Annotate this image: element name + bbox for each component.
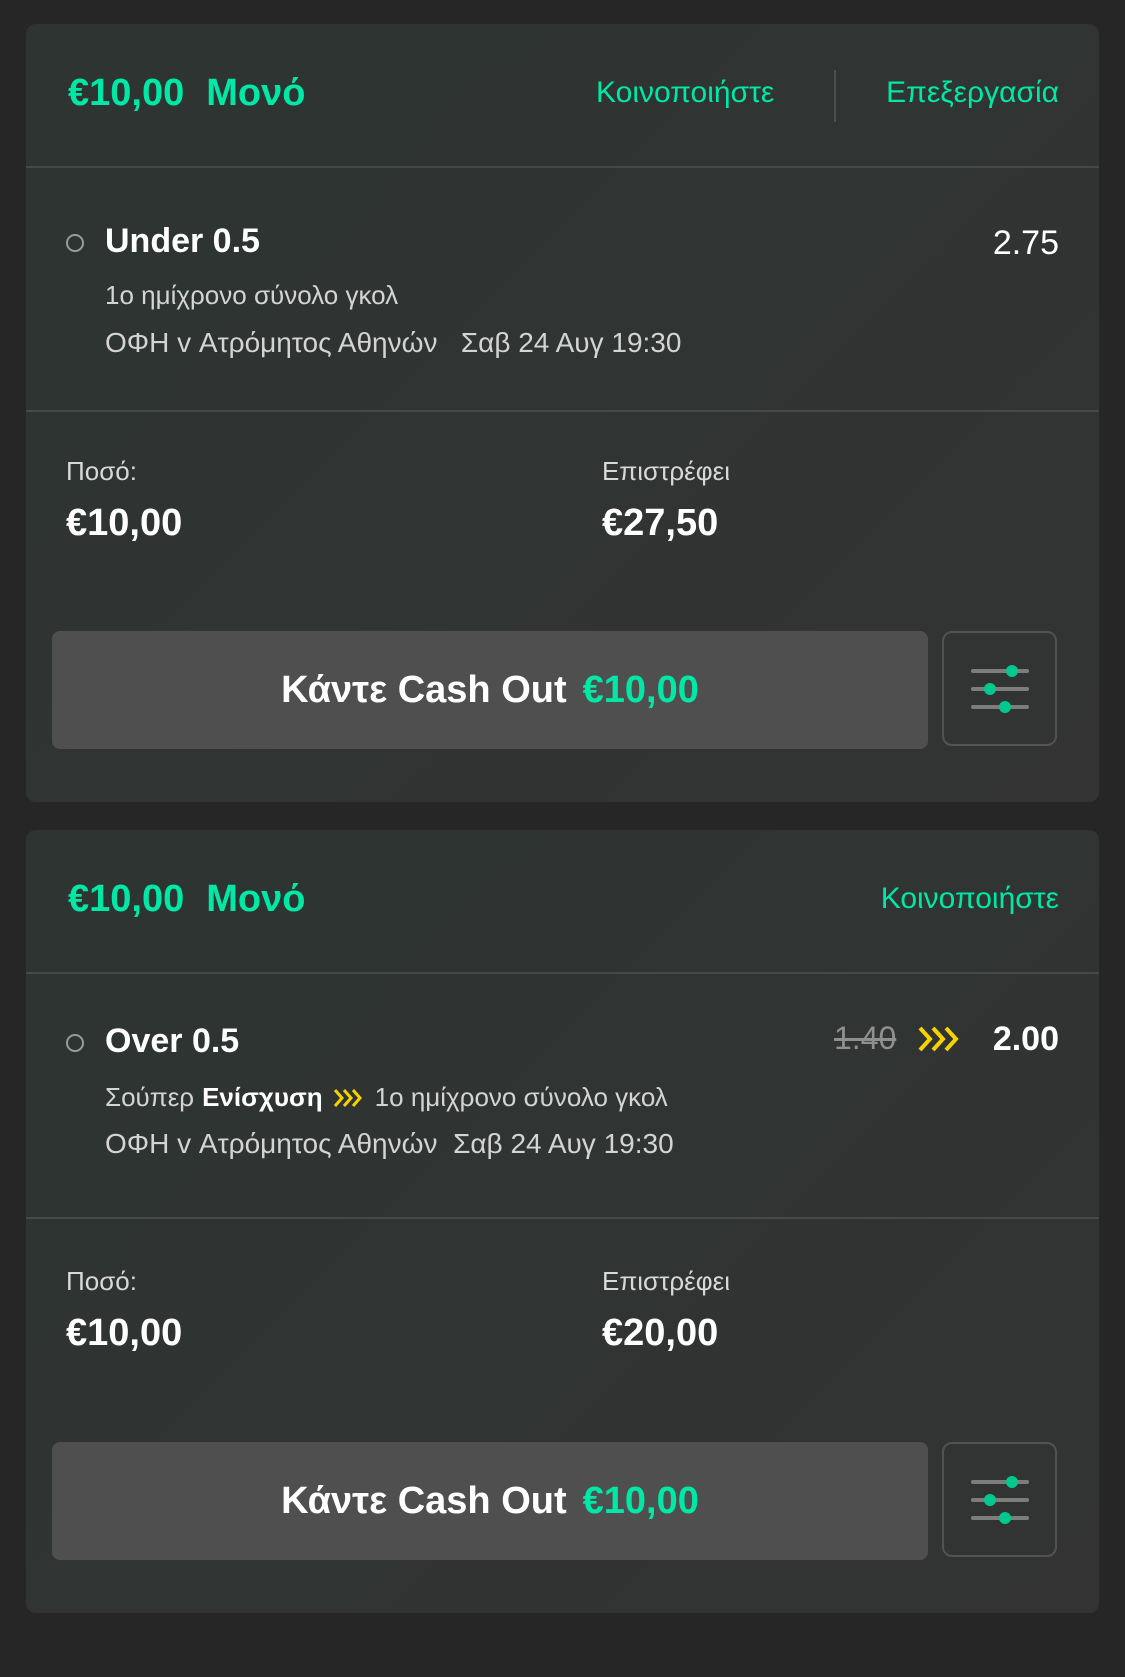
selection-status-icon — [66, 234, 84, 252]
event-datetime: Σαβ 24 Αυγ 19:30 — [460, 327, 682, 358]
cash-out-button[interactable]: Κάντε Cash Out €10,00 — [52, 631, 928, 749]
bet-card: €10,00 Μονό Κοινοποιήστε Επεξεργασία Unde… — [26, 24, 1099, 802]
amount-label: Ποσό: — [66, 456, 137, 486]
cash-out-amount: €10,00 — [582, 668, 699, 711]
bet-header: €10,00 Μονό Κοινοποιήστε — [26, 830, 1099, 974]
header-divider — [834, 70, 836, 122]
event-line: ΟΦΗ v Ατρόμητος Αθηνών Σαβ 24 Αυγ 19:30 — [105, 1128, 674, 1160]
boost-name: Ενίσχυση — [202, 1082, 323, 1112]
market-name: 1ο ημίχρονο σύνολο γκολ — [105, 280, 399, 310]
sliders-icon — [971, 1476, 1029, 1524]
selection-block: Over 0.5 1.40 2.00 Σούπερ Ενίσχυση 1ο ημί… — [26, 972, 1099, 1219]
returns-value: €27,50 — [602, 502, 719, 544]
share-link[interactable]: Κοινοποιήστε — [881, 882, 1059, 916]
bet-title: €10,00 Μονό — [68, 72, 305, 115]
boost-arrows-icon — [918, 1026, 959, 1052]
stake-label: €10,00 — [68, 72, 185, 114]
selection-name: Over 0.5 — [105, 1022, 240, 1060]
amount-value: €10,00 — [66, 1312, 183, 1354]
amount-value: €10,00 — [66, 502, 183, 544]
returns-label: Επιστρέφει — [602, 1266, 730, 1296]
sliders-icon — [971, 665, 1029, 713]
selection-name: Under 0.5 — [105, 222, 260, 260]
bet-card: €10,00 Μονό Κοινοποιήστε Over 0.5 1.40 2.… — [26, 830, 1099, 1613]
event-line: ΟΦΗ v Ατρόμητος Αθηνών Σαβ 24 Αυγ 19:30 — [105, 327, 681, 359]
boost-prefix: Σούπερ — [105, 1082, 195, 1112]
selection-block: Under 0.5 2.75 1ο ημίχρονο σύνολο γκολ Ο… — [26, 166, 1099, 412]
market-name: 1ο ημίχρονο σύνολο γκολ — [374, 1082, 668, 1112]
event-name: ΟΦΗ v Ατρόμητος Αθηνών — [105, 327, 438, 358]
boosted-odds: 2.00 — [992, 1020, 1059, 1058]
cash-out-label: Κάντε Cash Out — [281, 1479, 567, 1522]
bet-title: €10,00 Μονό — [68, 878, 305, 921]
cash-out-settings-button[interactable] — [942, 631, 1057, 746]
event-datetime: Σαβ 24 Αυγ 19:30 — [453, 1128, 674, 1159]
original-odds: 1.40 — [834, 1020, 897, 1056]
amount-label: Ποσό: — [66, 1266, 137, 1296]
returns-label: Επιστρέφει — [602, 456, 730, 486]
selection-status-icon — [66, 1034, 84, 1052]
boost-chevrons-icon — [333, 1088, 362, 1107]
returns-value: €20,00 — [602, 1312, 719, 1354]
cash-out-label: Κάντε Cash Out — [281, 668, 567, 711]
cash-out-settings-button[interactable] — [942, 1442, 1057, 1557]
edit-link[interactable]: Επεξεργασία — [886, 76, 1059, 110]
share-link[interactable]: Κοινοποιήστε — [596, 76, 774, 110]
cash-out-button[interactable]: Κάντε Cash Out €10,00 — [52, 1442, 928, 1560]
cash-out-amount: €10,00 — [582, 1479, 699, 1522]
stake-label: €10,00 — [68, 878, 185, 920]
selection-odds: 2.75 — [992, 224, 1059, 262]
bet-header: €10,00 Μονό Κοινοποιήστε Επεξεργασία — [26, 24, 1099, 168]
event-name: ΟΦΗ v Ατρόμητος Αθηνών — [105, 1128, 438, 1159]
bet-type: Μονό — [206, 878, 306, 920]
bet-type: Μονό — [206, 72, 306, 114]
boost-row: Σούπερ Ενίσχυση 1ο ημίχρονο σύνολο γκολ — [105, 1082, 668, 1113]
